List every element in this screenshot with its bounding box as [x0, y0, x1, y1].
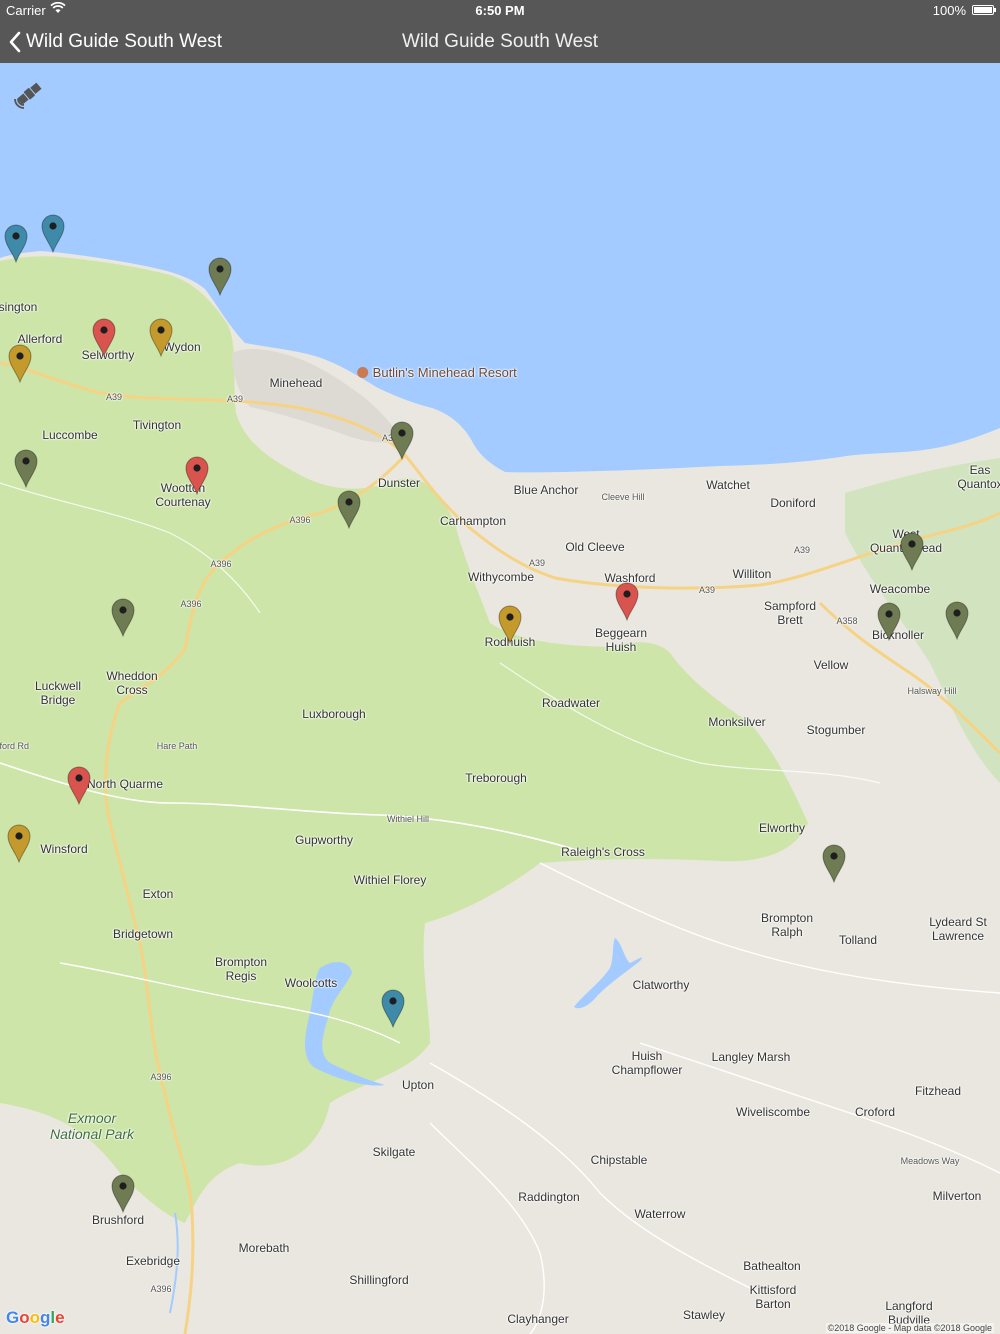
map-marker-icon [900, 532, 924, 572]
map-pin-olive[interactable] [899, 531, 925, 572]
map-pin-olive[interactable] [110, 597, 136, 638]
map-marker-icon [111, 1174, 135, 1214]
map-pin-red[interactable] [91, 317, 117, 358]
map-marker-icon [822, 844, 846, 884]
map-pin-olive[interactable] [876, 601, 902, 642]
map-marker-icon [185, 456, 209, 496]
map-marker-icon [111, 598, 135, 638]
map-pin-yellow[interactable] [7, 343, 33, 384]
map-marker-icon [208, 257, 232, 297]
map-pin-blue[interactable] [380, 988, 406, 1029]
map-pin-olive[interactable] [110, 1173, 136, 1214]
map-marker-icon [615, 582, 639, 622]
map-marker-icon [381, 989, 405, 1029]
map-pin-red[interactable] [184, 455, 210, 496]
map-marker-icon [149, 318, 173, 358]
page-title: Wild Guide South West [401, 31, 599, 52]
map-pin-olive[interactable] [944, 600, 970, 641]
map-marker-icon [7, 824, 31, 864]
battery-icon [972, 5, 996, 15]
map-pin-olive[interactable] [821, 843, 847, 884]
google-logo: Google [6, 1308, 65, 1327]
map-pin-olive[interactable] [389, 420, 415, 461]
satellite-view-button[interactable] [12, 77, 46, 111]
map-pin-yellow[interactable] [148, 317, 174, 358]
map-marker-icon [8, 344, 32, 384]
map-pin-olive[interactable] [13, 448, 39, 489]
map-marker-icon [390, 421, 414, 461]
map-pins [0, 63, 1000, 1334]
map-marker-icon [92, 318, 116, 358]
map-attribution[interactable]: ©2018 Google - Map data ©2018 Google [825, 1323, 994, 1333]
map-marker-icon [945, 601, 969, 641]
map-pin-olive[interactable] [207, 256, 233, 297]
map-marker-icon [498, 605, 522, 645]
map-marker-icon [41, 214, 65, 254]
map-pin-red[interactable] [614, 581, 640, 622]
status-bar: Carrier 6:50 PM 100% [0, 0, 1000, 20]
map-view[interactable]: sington Allerford Selworthy Wydon Minehead Lu… [0, 63, 1000, 1334]
navigation-bar: Wild Guide South West Wild Guide South W… [0, 20, 1000, 63]
battery-percentage: 100% [932, 3, 966, 18]
map-pin-blue[interactable] [40, 213, 66, 254]
map-pin-olive[interactable] [336, 489, 362, 530]
map-pin-blue[interactable] [3, 223, 29, 264]
clock: 6:50 PM [475, 3, 525, 18]
map-marker-icon [877, 602, 901, 642]
map-pin-yellow[interactable] [6, 823, 32, 864]
map-pin-red[interactable] [66, 765, 92, 806]
satellite-icon [14, 82, 42, 109]
map-pin-yellow[interactable] [497, 604, 523, 645]
map-marker-icon [14, 449, 38, 489]
map-marker-icon [4, 224, 28, 264]
map-marker-icon [67, 766, 91, 806]
map-marker-icon [337, 490, 361, 530]
